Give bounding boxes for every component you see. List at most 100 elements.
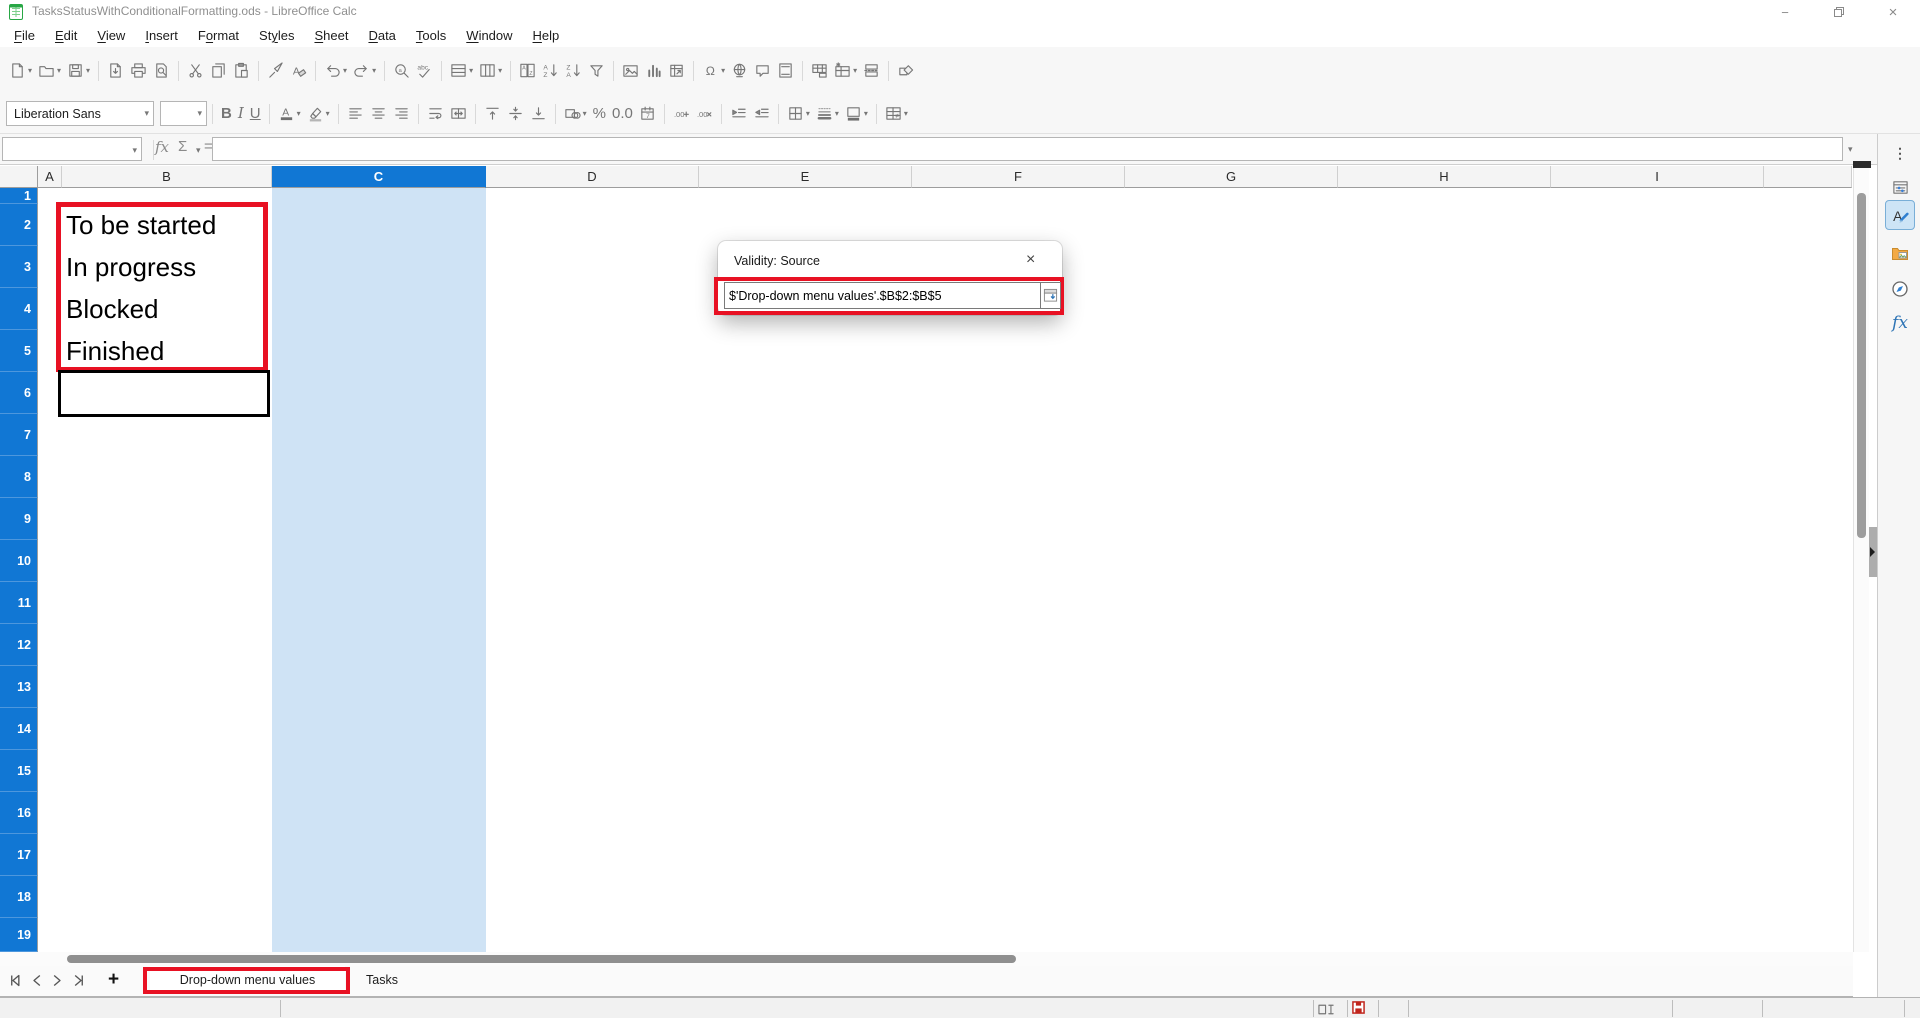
row-header-1[interactable]: 1 — [0, 188, 38, 204]
sidebar-tab-navigator[interactable] — [1885, 274, 1915, 304]
increase-indent-button[interactable] — [727, 100, 750, 128]
format-number-button[interactable]: 0.0 — [609, 100, 636, 128]
insert-hyperlink-button[interactable] — [728, 57, 751, 85]
align-center-button[interactable] — [367, 100, 390, 128]
row-header-6[interactable]: 6 — [0, 372, 38, 414]
sidebar-tab-functions[interactable]: fx — [1885, 308, 1915, 338]
column-header-partial[interactable] — [1764, 166, 1852, 188]
minimize-button[interactable]: − — [1758, 0, 1812, 24]
copy-button[interactable] — [207, 57, 230, 85]
row-header-2[interactable]: 2 — [0, 204, 38, 246]
print-preview-button[interactable] — [150, 57, 173, 85]
close-button[interactable]: × — [1866, 0, 1920, 24]
column-header-B[interactable]: B — [62, 166, 272, 188]
autofilter-button[interactable] — [585, 57, 608, 85]
menu-format[interactable]: Format — [188, 26, 249, 45]
shrink-button[interactable] — [1041, 282, 1061, 309]
center-vertically-button[interactable] — [504, 100, 527, 128]
last-sheet-button[interactable] — [71, 973, 89, 989]
menu-sheet[interactable]: Sheet — [304, 26, 358, 45]
add-sheet-button[interactable]: + — [108, 969, 119, 991]
row-header-3[interactable]: 3 — [0, 246, 38, 288]
align-bottom-button[interactable] — [527, 100, 550, 128]
horizontal-scrollbar-thumb[interactable] — [67, 955, 1016, 963]
row-header-5[interactable]: 5 — [0, 330, 38, 372]
horizontal-scrollbar[interactable] — [0, 952, 1853, 966]
sidebar-settings-button[interactable]: ⋮ — [1885, 138, 1915, 168]
merge-cells-button[interactable] — [447, 100, 470, 128]
sidebar-tab-gallery[interactable] — [1885, 238, 1915, 268]
font-size-combo[interactable]: ▾ — [160, 101, 207, 126]
row-header-15[interactable]: 15 — [0, 750, 38, 792]
delete-decimal-button[interactable]: .00 — [693, 100, 716, 128]
sheet-tab-tasks[interactable]: Tasks — [357, 966, 407, 994]
export-pdf-button[interactable] — [104, 57, 127, 85]
row-header-17[interactable]: 17 — [0, 834, 38, 876]
save-button[interactable]: ▾ — [64, 57, 93, 85]
column-header-I[interactable]: I — [1551, 166, 1764, 188]
new-document-button[interactable]: ▾ — [6, 57, 35, 85]
menu-window[interactable]: Window — [456, 26, 522, 45]
freeze-rows-columns-button[interactable]: ▾ — [831, 57, 860, 85]
open-file-button[interactable]: ▾ — [35, 57, 64, 85]
column-header-E[interactable]: E — [699, 166, 912, 188]
paste-button[interactable] — [230, 57, 253, 85]
first-sheet-button[interactable] — [8, 973, 26, 989]
column-header-D[interactable]: D — [486, 166, 699, 188]
vertical-scrollbar[interactable] — [1853, 168, 1869, 952]
split-window-button[interactable] — [860, 57, 883, 85]
row-header-11[interactable]: 11 — [0, 582, 38, 624]
row-header-16[interactable]: 16 — [0, 792, 38, 834]
cut-button[interactable] — [184, 57, 207, 85]
sort-descending-button[interactable]: ZA — [562, 57, 585, 85]
insert-mode-icon[interactable] — [1318, 1001, 1335, 1018]
expand-formula-bar-icon[interactable]: ▾ — [1848, 144, 1853, 155]
function-wizard-button[interactable]: fx — [155, 138, 169, 156]
column-header-H[interactable]: H — [1338, 166, 1551, 188]
spelling-button[interactable]: abc — [413, 57, 436, 85]
menu-view[interactable]: View — [87, 26, 135, 45]
row-header-14[interactable]: 14 — [0, 708, 38, 750]
redo-button[interactable]: ▾ — [350, 57, 379, 85]
menu-styles[interactable]: Styles — [249, 26, 304, 45]
formula-input-line[interactable] — [212, 137, 1843, 161]
underline-button[interactable]: U — [247, 100, 264, 128]
sidebar-tab-properties[interactable] — [1885, 172, 1915, 202]
print-button[interactable] — [127, 57, 150, 85]
font-name-combo[interactable]: Liberation Sans ▾ — [6, 101, 154, 126]
format-percent-button[interactable]: % — [590, 100, 609, 128]
insert-pivot-table-button[interactable] — [665, 57, 688, 85]
menu-help[interactable]: Help — [523, 26, 570, 45]
show-draw-functions-button[interactable] — [894, 57, 917, 85]
border-style-button[interactable]: ▾ — [813, 100, 842, 128]
menu-insert[interactable]: Insert — [135, 26, 188, 45]
chevron-down-icon[interactable]: ▾ — [196, 145, 201, 156]
select-all-corner[interactable] — [0, 166, 38, 188]
headers-footers-button[interactable] — [774, 57, 797, 85]
font-color-button[interactable]: A▾ — [275, 100, 304, 128]
format-date-button[interactable]: 7 — [636, 100, 659, 128]
borders-button[interactable]: ▾ — [784, 100, 813, 128]
find-replace-button[interactable]: a — [390, 57, 413, 85]
column-header-C[interactable]: C — [272, 166, 486, 188]
highlighting-color-button[interactable]: ▾ — [304, 100, 333, 128]
add-decimal-button[interactable]: .00 — [670, 100, 693, 128]
column-header-A[interactable]: A — [38, 166, 62, 188]
cell-cursor-b6[interactable] — [58, 370, 270, 417]
insert-columns-button[interactable]: ▾ — [476, 57, 505, 85]
insert-image-button[interactable] — [619, 57, 642, 85]
row-header-7[interactable]: 7 — [0, 414, 38, 456]
restore-button[interactable] — [1812, 0, 1866, 24]
column-header-G[interactable]: G — [1125, 166, 1338, 188]
name-box[interactable]: ▾ — [2, 137, 142, 161]
dialog-close-icon[interactable]: × — [1026, 251, 1035, 269]
next-sheet-button[interactable] — [50, 973, 68, 989]
sort-button[interactable]: AZ — [516, 57, 539, 85]
decrease-indent-button[interactable] — [750, 100, 773, 128]
row-header-12[interactable]: 12 — [0, 624, 38, 666]
vertical-scrollbar-thumb[interactable] — [1857, 193, 1866, 538]
row-header-10[interactable]: 10 — [0, 540, 38, 582]
conditional-formatting-button[interactable]: ≠▾ — [882, 100, 911, 128]
insert-rows-button[interactable]: ▾ — [447, 57, 476, 85]
wrap-text-button[interactable] — [424, 100, 447, 128]
